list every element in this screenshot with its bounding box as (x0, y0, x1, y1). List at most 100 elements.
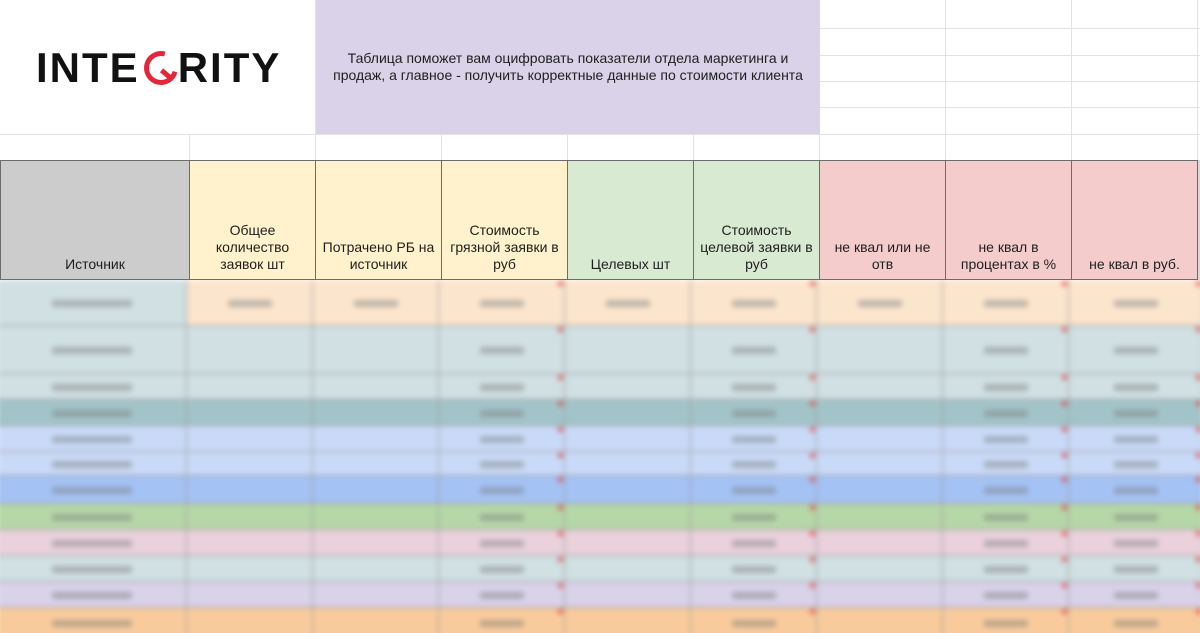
blurred-value (52, 436, 132, 443)
comment-marker (1062, 401, 1067, 406)
table-cell (691, 608, 817, 633)
header-label: не квал в руб. (1089, 256, 1180, 272)
header-total-requests[interactable]: Общее количество заявок шт (190, 160, 316, 280)
table-cell (565, 476, 691, 504)
grid-line (945, 0, 946, 160)
table-cell (187, 280, 313, 326)
logo-letter: I (36, 44, 50, 91)
comment-marker (1062, 477, 1067, 482)
table-cell (1069, 452, 1200, 476)
blurred-value (480, 540, 524, 547)
blurred-value (480, 592, 524, 599)
table-cell (691, 556, 817, 582)
comment-marker (558, 327, 563, 332)
info-cell[interactable]: Таблица поможет вам оцифровать показател… (316, 0, 820, 134)
table-cell (0, 504, 187, 530)
table-cell (187, 556, 313, 582)
table-cell (313, 426, 439, 452)
table-cell (313, 530, 439, 556)
blurred-value (1114, 461, 1158, 468)
table-cell (439, 476, 565, 504)
table-cell (691, 504, 817, 530)
table-cell (1069, 280, 1200, 326)
comment-marker (1196, 531, 1200, 536)
table-cell (187, 582, 313, 608)
table-cell (943, 374, 1069, 400)
table-cell (439, 374, 565, 400)
blurred-value (480, 300, 524, 307)
comment-marker (1062, 531, 1067, 536)
table-cell (817, 280, 943, 326)
blurred-value (984, 410, 1028, 417)
table-cell (943, 426, 1069, 452)
comment-marker (558, 505, 563, 510)
comment-marker (1196, 375, 1200, 380)
header-unqualified-percent[interactable]: не квал в процентах в % (946, 160, 1072, 280)
blurred-value (1114, 410, 1158, 417)
comment-marker (810, 281, 815, 286)
table-cell (691, 374, 817, 400)
blurred-value (480, 620, 524, 627)
table-cell (691, 426, 817, 452)
table-cell (439, 452, 565, 476)
comment-marker (1196, 453, 1200, 458)
table-cell (817, 530, 943, 556)
header-label: не квал в процентах в % (960, 239, 1057, 272)
comment-marker (1196, 281, 1200, 286)
table-cell (313, 476, 439, 504)
table-cell (0, 280, 187, 326)
table-cell (187, 530, 313, 556)
header-label: не квал или не отв (834, 239, 931, 272)
table-cell (0, 608, 187, 633)
table-cell (691, 326, 817, 374)
table-row (0, 556, 1200, 582)
table-cell (565, 426, 691, 452)
blurred-value (480, 461, 524, 468)
comment-marker (1196, 557, 1200, 562)
logo-cell[interactable]: I N T E R I T Y (0, 0, 315, 134)
blurred-value (1114, 620, 1158, 627)
table-cell (565, 400, 691, 426)
table-cell (1069, 400, 1200, 426)
header-spent[interactable]: Потрачено РБ на источник (316, 160, 442, 280)
header-raw-cost[interactable]: Стоимость грязной заявки в руб (442, 160, 568, 280)
comment-marker (810, 477, 815, 482)
table-cell (691, 530, 817, 556)
blurred-value (52, 566, 132, 573)
header-target-cost[interactable]: Стоимость целевой заявки в руб (694, 160, 820, 280)
table-cell (817, 426, 943, 452)
header-source[interactable]: Источник (0, 160, 190, 280)
table-cell (0, 374, 187, 400)
table-cell (439, 530, 565, 556)
blurred-value (732, 461, 776, 468)
table-row (0, 582, 1200, 608)
comment-marker (810, 327, 815, 332)
table-cell (313, 374, 439, 400)
table-cell (187, 452, 313, 476)
header-label: Стоимость грязной заявки в руб (450, 222, 559, 272)
blurred-value (732, 436, 776, 443)
blurred-value (480, 410, 524, 417)
table-cell (439, 608, 565, 633)
table-cell (187, 608, 313, 633)
header-target-count[interactable]: Целевых шт (568, 160, 694, 280)
table-cell (691, 476, 817, 504)
header-label: Потрачено РБ на источник (322, 239, 435, 272)
comment-marker (1062, 505, 1067, 510)
comment-marker (558, 453, 563, 458)
comment-marker (810, 375, 815, 380)
blurred-value (52, 620, 132, 627)
blurred-value (984, 436, 1028, 443)
blurred-value (1114, 347, 1158, 354)
blurred-value (984, 540, 1028, 547)
logo-letter: N (49, 44, 83, 91)
comment-marker (558, 375, 563, 380)
table-row (0, 452, 1200, 476)
comment-marker (1062, 453, 1067, 458)
table-cell (817, 608, 943, 633)
table-cell (817, 452, 943, 476)
header-unqualified-rub[interactable]: не квал в руб. (1072, 160, 1198, 280)
header-unqualified[interactable]: не квал или не отв (820, 160, 946, 280)
comment-marker (1062, 427, 1067, 432)
header-label: Целевых шт (590, 256, 671, 272)
